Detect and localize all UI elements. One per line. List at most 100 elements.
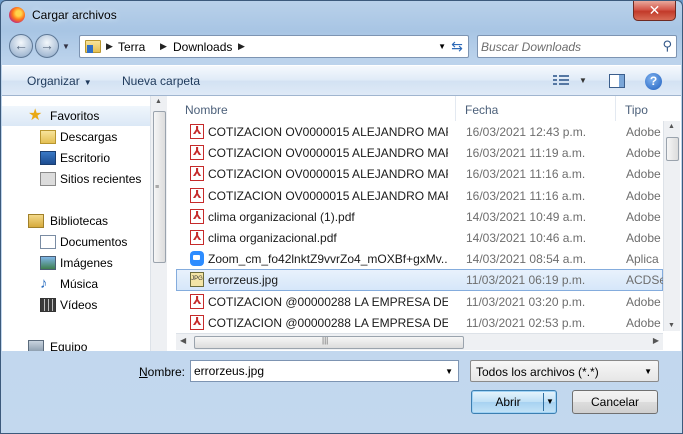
- scroll-grip-icon: |||: [322, 336, 329, 345]
- organize-label: Organizar: [27, 74, 80, 88]
- downloads-folder-icon: [40, 130, 56, 144]
- file-name: clima organizacional (1).pdf: [208, 209, 355, 224]
- music-icon: ♪: [40, 275, 48, 292]
- desktop-icon: [40, 151, 56, 165]
- back-button[interactable]: ←: [9, 34, 33, 58]
- column-header-name[interactable]: Nombre: [176, 96, 456, 121]
- breadcrumb-separator-icon[interactable]: ▶: [160, 41, 167, 52]
- file-name: clima organizacional.pdf: [208, 230, 337, 245]
- scroll-down-icon[interactable]: ▼: [668, 322, 675, 329]
- search-input[interactable]: [481, 38, 651, 55]
- file-date: 16/03/2021 12:43 p.m.: [466, 125, 587, 139]
- refresh-icon[interactable]: ⇆: [449, 38, 465, 54]
- filename-input[interactable]: [194, 363, 434, 379]
- sidebar-item-equipo[interactable]: Equipo: [2, 337, 152, 351]
- pane-splitter[interactable]: [168, 96, 176, 351]
- file-type: ACDSe: [626, 273, 666, 288]
- file-row[interactable]: COTIZACION OV0000015 ALEJANDRO MAR... 16/…: [176, 142, 663, 163]
- scroll-right-icon[interactable]: ▶: [653, 336, 659, 345]
- open-options-dropdown[interactable]: ▼: [546, 391, 554, 413]
- back-arrow-icon: ←: [14, 37, 28, 53]
- file-name: COTIZACION OV0000015 ALEJANDRO MAR...: [208, 188, 448, 203]
- chevron-down-icon: ▼: [644, 367, 652, 376]
- file-open-dialog: Cargar archivos ✕ ← → ▼ ▶ Terra ▶ Downlo…: [0, 0, 683, 434]
- file-row[interactable]: COTIZACION @00000288 LA EMPRESA DE A... 1…: [176, 312, 663, 333]
- sidebar-item-descargas[interactable]: Descargas: [2, 127, 152, 147]
- pdf-file-icon: [190, 229, 204, 245]
- window-title: Cargar archivos: [32, 8, 117, 22]
- scrollbar-thumb[interactable]: [666, 137, 679, 161]
- sidebar-item-bibliotecas[interactable]: Bibliotecas: [2, 211, 152, 231]
- sidebar-item-documentos[interactable]: Documentos: [2, 232, 152, 252]
- cancel-button[interactable]: Cancelar: [572, 390, 658, 414]
- sidebar-item-sitios-recientes[interactable]: Sitios recientes: [2, 169, 152, 189]
- file-name: Zoom_cm_fo42lnktZ9vvrZo4_mOXBf+gxMv...: [208, 252, 448, 267]
- scroll-up-icon[interactable]: ▲: [668, 123, 675, 130]
- breadcrumb-separator-icon[interactable]: ▶: [238, 41, 245, 52]
- column-header-type[interactable]: Tipo: [616, 96, 681, 121]
- navigation-bar: ← → ▼ ▶ Terra ▶ Downloads ▶ ▼ ⇆ ⚲: [7, 32, 677, 61]
- file-type: Adobe: [626, 315, 661, 330]
- address-dropdown-icon[interactable]: ▼: [438, 42, 446, 51]
- organize-menu[interactable]: Organizar ▼: [27, 74, 92, 88]
- file-row[interactable]: JPG errorzeus.jpg 11/03/2021 06:19 p.m. ACD…: [176, 269, 666, 291]
- file-row[interactable]: COTIZACION @00000288 LA EMPRESA DE A... 1…: [176, 291, 663, 312]
- file-type-filter[interactable]: Todos los archivos (*.*) ▼: [470, 360, 659, 382]
- file-date: 16/03/2021 11:16 a.m.: [466, 188, 586, 203]
- file-list-horizontal-scrollbar[interactable]: ◀ ||| ▶: [176, 333, 663, 350]
- sidebar-item-musica[interactable]: ♪ Música: [2, 274, 152, 294]
- file-date: 14/03/2021 08:54 a.m.: [466, 252, 587, 267]
- search-icon[interactable]: ⚲: [662, 38, 672, 54]
- pictures-icon: [40, 256, 56, 270]
- breadcrumb-terra[interactable]: Terra: [118, 40, 145, 54]
- scrollbar-thumb[interactable]: [194, 336, 464, 349]
- file-row[interactable]: clima organizacional (1).pdf 14/03/2021 1…: [176, 206, 663, 227]
- file-list-vertical-scrollbar[interactable]: ▲ ▼: [663, 121, 680, 331]
- open-button-label: Abrir: [495, 395, 521, 409]
- filename-combobox[interactable]: ▼: [190, 360, 459, 382]
- file-row[interactable]: COTIZACION OV0000015 ALEJANDRO MAR... 16/…: [176, 185, 663, 206]
- sidebar-item-videos[interactable]: Vídeos: [2, 295, 152, 315]
- sidebar-scrollbar[interactable]: ▲ ≡: [150, 96, 167, 351]
- file-type: Aplica: [626, 252, 659, 267]
- breadcrumb-separator-icon[interactable]: ▶: [106, 41, 113, 52]
- file-row[interactable]: COTIZACION OV0000015 ALEJANDRO MAR... 16/…: [176, 121, 663, 142]
- close-button[interactable]: ✕: [633, 1, 676, 21]
- sidebar-item-label: Escritorio: [60, 151, 111, 165]
- file-date: 14/03/2021 10:46 a.m.: [466, 230, 587, 245]
- recent-locations-dropdown[interactable]: ▼: [62, 42, 70, 51]
- preview-pane-icon[interactable]: [609, 74, 625, 88]
- zoom-app-icon: [190, 251, 204, 267]
- file-row[interactable]: Zoom_cm_fo42lnktZ9vvrZo4_mOXBf+gxMv... 14…: [176, 248, 663, 269]
- forward-arrow-icon: →: [40, 37, 54, 53]
- documents-icon: [40, 235, 56, 249]
- file-date: 14/03/2021 10:49 a.m.: [466, 209, 587, 224]
- sidebar-item-favoritos[interactable]: ★ Favoritos: [2, 106, 152, 126]
- file-type: Adobe: [626, 188, 661, 203]
- chevron-down-icon[interactable]: ▼: [445, 367, 453, 376]
- sidebar-item-label: Documentos: [60, 235, 128, 249]
- scroll-left-icon[interactable]: ◀: [180, 336, 186, 345]
- forward-button[interactable]: →: [35, 34, 59, 58]
- sidebar-item-escritorio[interactable]: Escritorio: [2, 148, 152, 168]
- help-icon[interactable]: ?: [645, 73, 662, 90]
- view-options-icon[interactable]: [553, 75, 569, 87]
- file-name: COTIZACION OV0000015 ALEJANDRO MAR...: [208, 125, 448, 139]
- sidebar-item-imagenes[interactable]: Imágenes: [2, 253, 152, 273]
- jpg-file-icon: JPG: [190, 272, 204, 288]
- open-button[interactable]: Abrir ▼: [471, 390, 557, 414]
- sidebar-item-label: Sitios recientes: [60, 172, 142, 186]
- file-type: Adobe: [626, 167, 661, 182]
- file-type: Adobe: [626, 146, 661, 161]
- new-folder-button[interactable]: Nueva carpeta: [122, 74, 200, 88]
- breadcrumb-downloads[interactable]: Downloads: [173, 40, 232, 54]
- file-row[interactable]: COTIZACION OV0000015 ALEJANDRO MAR... 16/…: [176, 163, 663, 184]
- scroll-up-icon[interactable]: ▲: [155, 98, 162, 105]
- star-icon: ★: [28, 107, 43, 124]
- pdf-file-icon: [190, 166, 204, 182]
- view-dropdown-icon[interactable]: ▼: [579, 76, 587, 85]
- address-bar[interactable]: ▶ Terra ▶ Downloads ▶ ▼ ⇆: [79, 35, 469, 58]
- search-box[interactable]: ⚲: [477, 35, 677, 58]
- column-header-date[interactable]: Fecha: [456, 96, 616, 121]
- file-row[interactable]: clima organizacional.pdf 14/03/2021 10:46…: [176, 227, 663, 248]
